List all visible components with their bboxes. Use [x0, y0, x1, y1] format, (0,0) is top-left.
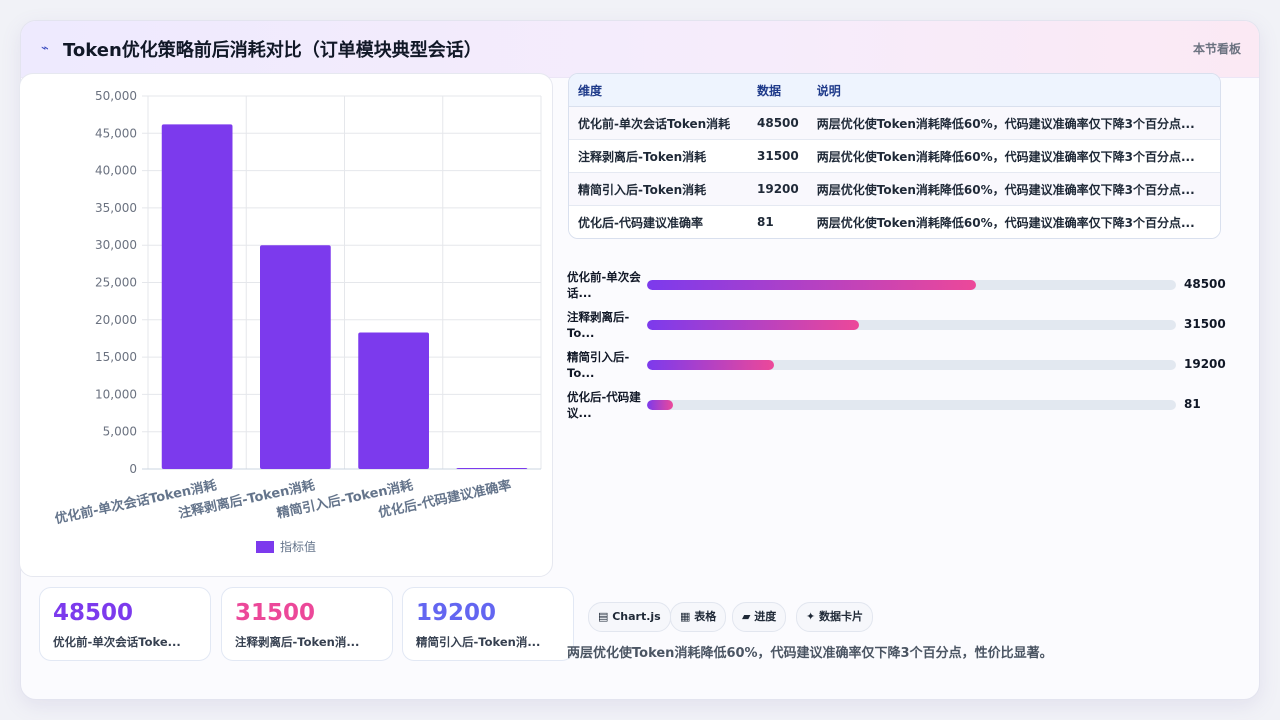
progress-track: [647, 360, 1176, 370]
chip-data-cards[interactable]: ✦ 数据卡片: [796, 602, 874, 632]
table-cell: 优化前-单次会话Token消耗: [569, 106, 748, 140]
y-tick-label: 0: [129, 462, 137, 476]
bar-chart: 0 5,000 10,000 15,000 20,000 25,000 30,000 35,0…: [53, 89, 542, 554]
column-header: 说明: [807, 74, 1220, 107]
chip-chartjs[interactable]: ▤ Chart.js: [588, 602, 671, 632]
chip-progress[interactable]: ▰ 进度: [732, 602, 787, 632]
kpi-card-before: 48500 优化前-单次会话Toke...: [39, 587, 211, 661]
table-row: 优化后-代码建议准确率 81 两层优化使Token消耗降低60%，代码建议准确率…: [569, 205, 1220, 238]
y-tick-label: 30,000: [95, 238, 137, 252]
bar: [161, 124, 233, 470]
column-header: 维度: [569, 74, 748, 107]
progress-value: 31500: [1184, 317, 1226, 331]
progress-label: 精简引入后-To...: [567, 350, 630, 380]
kpi-label: 优化前-单次会话Toke...: [53, 635, 181, 649]
y-tick-label: 40,000: [95, 164, 137, 178]
x-tick-label: 优化前-单次会话Token消耗: [53, 477, 218, 527]
table-cell: 两层优化使Token消耗降低60%，代码建议准确率仅下降3个百分点...: [807, 172, 1220, 206]
table-cell: 两层优化使Token消耗降低60%，代码建议准确率仅下降3个百分点...: [807, 139, 1220, 173]
table-cell: 48500: [748, 106, 808, 140]
y-tick-label: 15,000: [95, 350, 137, 364]
y-tick-label: 25,000: [95, 276, 137, 290]
bar: [260, 245, 331, 469]
progress-row: 优化前-单次会话... 48500: [567, 269, 1227, 303]
table-cell: 优化后-代码建议准确率: [569, 205, 748, 238]
page-title: Token优化策略前后消耗对比（订单模块典型会话）: [63, 40, 482, 61]
table-row: 注释剥离后-Token消耗 31500 两层优化使Token消耗降低60%，代码…: [569, 139, 1220, 173]
y-tick-label: 5,000: [103, 425, 137, 439]
y-tick-label: 35,000: [95, 201, 137, 215]
progress-value: 19200: [1184, 357, 1226, 371]
progress-track: [647, 400, 1176, 410]
trend-icon: ⌁: [41, 41, 49, 56]
progress-label: 注释剥离后-To...: [567, 310, 630, 340]
progress-row: 注释剥离后-To... 31500: [567, 309, 1227, 343]
progress-track: [647, 280, 1176, 290]
table-cell: 81: [748, 205, 808, 238]
bar: [456, 468, 528, 469]
data-table: 维度 数据 说明 优化前-单次会话Token消耗 48500 两层优化使Toke…: [568, 73, 1221, 239]
progress-fill: [647, 400, 674, 410]
table-cell: 两层优化使Token消耗降低60%，代码建议准确率仅下降3个百分点...: [807, 205, 1220, 238]
kpi-value: 19200: [416, 600, 497, 626]
progress-track: [647, 320, 1176, 330]
header-bar: ⌁ Token优化策略前后消耗对比（订单模块典型会话） 本节看板: [21, 21, 1259, 78]
kpi-card-import-trim: 19200 精简引入后-Token消...: [402, 587, 574, 661]
table-cell: 精简引入后-Token消耗: [569, 172, 748, 206]
kpi-card-comment-strip: 31500 注释剥离后-Token消...: [221, 587, 393, 661]
progress-value: 81: [1184, 397, 1201, 411]
table-cell: 两层优化使Token消耗降低60%，代码建议准确率仅下降3个百分点...: [807, 106, 1220, 140]
kpi-value: 48500: [53, 600, 134, 626]
progress-fill: [647, 280, 977, 290]
progress-label: 优化前-单次会话...: [567, 270, 641, 300]
chip-table[interactable]: ▦ 表格: [670, 602, 727, 632]
bar-chart-panel: 0 5,000 10,000 15,000 20,000 25,000 30,000 35,0…: [19, 73, 553, 577]
table-row: 优化前-单次会话Token消耗 48500 两层优化使Token消耗降低60%，…: [569, 106, 1220, 140]
y-tick-label: 20,000: [95, 313, 137, 327]
table-cell: 19200: [748, 172, 808, 206]
progress-row: 精简引入后-To... 19200: [567, 349, 1227, 383]
table-cell: 31500: [748, 139, 808, 173]
kpi-label: 注释剥离后-Token消...: [235, 635, 360, 649]
progress-value: 48500: [1184, 277, 1226, 291]
table-row: 精简引入后-Token消耗 19200 两层优化使Token消耗降低60%，代码…: [569, 172, 1220, 206]
kpi-value: 31500: [235, 600, 316, 626]
y-tick-label: 10,000: [95, 387, 137, 401]
bar: [358, 332, 429, 469]
legend-label: 指标值: [280, 539, 316, 554]
y-tick-label: 45,000: [95, 126, 137, 140]
summary-text: 两层优化使Token消耗降低60%，代码建议准确率仅下降3个百分点，性价比显著。: [567, 646, 1053, 661]
table-header-row: 维度 数据 说明: [569, 74, 1220, 107]
progress-row: 优化后-代码建议... 81: [567, 389, 1227, 423]
table-cell: 注释剥离后-Token消耗: [569, 139, 748, 173]
progress-fill: [647, 320, 859, 330]
progress-fill: [647, 360, 774, 370]
progress-label: 优化后-代码建议...: [567, 390, 641, 420]
kpi-label: 精简引入后-Token消...: [416, 635, 541, 649]
y-tick-label: 50,000: [95, 89, 137, 103]
legend-swatch: [256, 541, 274, 553]
column-header: 数据: [748, 74, 808, 107]
section-label: 本节看板: [1192, 42, 1241, 56]
